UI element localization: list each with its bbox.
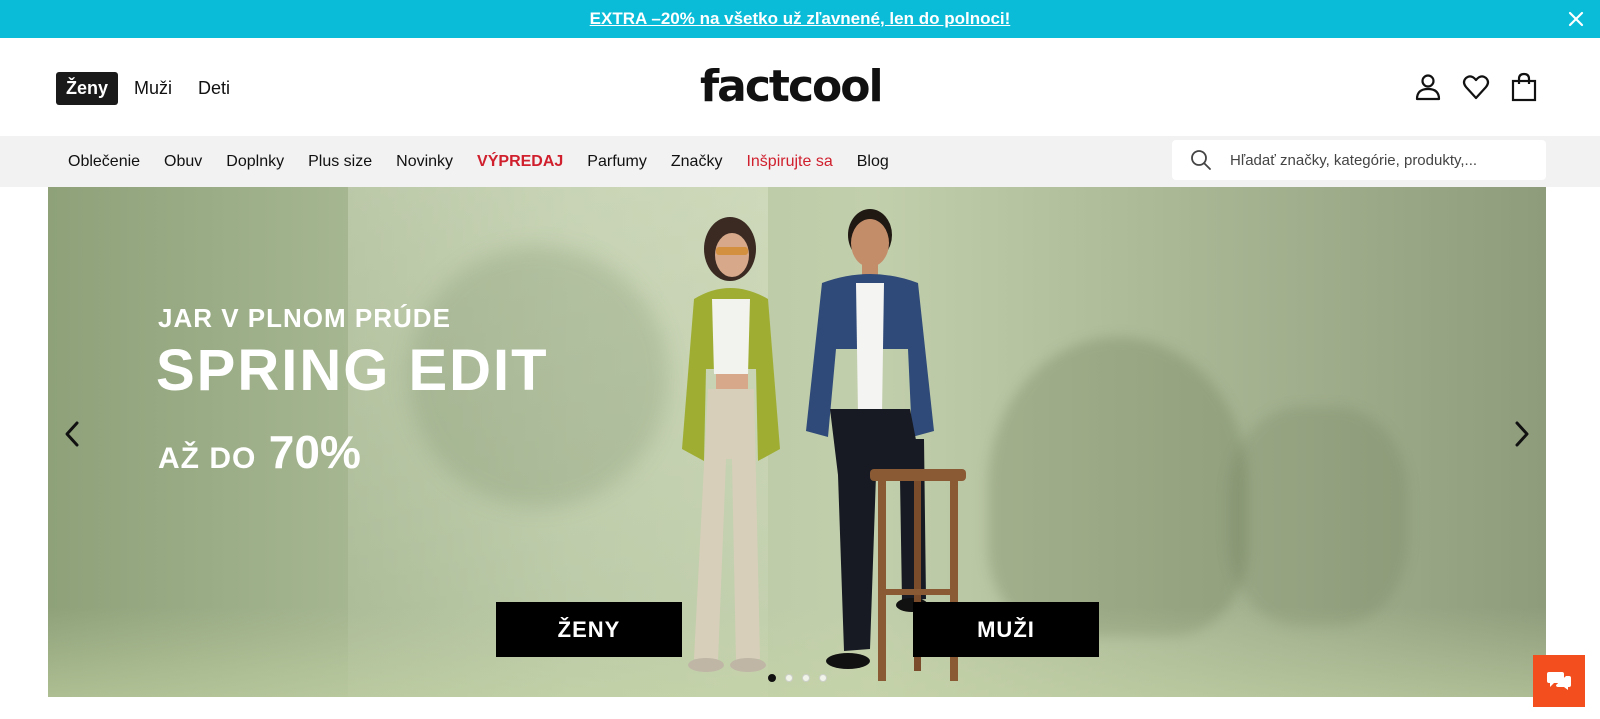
nav-item-perfumes[interactable]: Parfumy: [579, 153, 655, 171]
hero-person-shadow: [1228, 407, 1408, 627]
nav-item-shoes[interactable]: Obuv: [156, 153, 210, 171]
close-icon[interactable]: [1566, 9, 1586, 29]
chat-icon: [1547, 672, 1571, 690]
hero-person-shadow: [988, 337, 1248, 637]
carousel-dots: [768, 674, 827, 682]
chat-button[interactable]: [1533, 655, 1585, 707]
shop-women-button[interactable]: ŽENY: [496, 602, 682, 657]
bag-icon[interactable]: [1510, 72, 1538, 102]
nav-item-plus-size[interactable]: Plus size: [300, 153, 380, 171]
nav-item-sale[interactable]: VÝPREDAJ: [469, 153, 571, 171]
shop-men-button[interactable]: MUŽI: [913, 602, 1099, 657]
chevron-left-icon[interactable]: [60, 419, 84, 449]
carousel-dot[interactable]: [768, 674, 776, 682]
hero-subtitle: JAR V PLNOM PRÚDE: [158, 303, 451, 333]
promo-link[interactable]: EXTRA –20% na všetko už zľavnené, len do…: [590, 9, 1011, 29]
logo-text: factcool: [700, 61, 884, 112]
site-logo[interactable]: factcool: [700, 64, 900, 110]
hero-discount-prefix: AŽ DO: [158, 442, 257, 475]
nav-item-clothing[interactable]: Oblečenie: [60, 153, 148, 171]
search-input[interactable]: [1230, 151, 1530, 169]
nav-item-accessories[interactable]: Doplnky: [218, 153, 292, 171]
gender-tab-men[interactable]: Muži: [124, 72, 182, 105]
hero-discount: AŽ DO 70%: [158, 425, 361, 479]
hero-discount-value: 70%: [268, 426, 361, 478]
gender-tab-women[interactable]: Ženy: [56, 72, 119, 105]
hero-title: SPRING EDIT: [156, 338, 549, 403]
search-box: [1172, 140, 1546, 180]
site-header: Ženy Muži Deti factcool: [0, 38, 1600, 136]
carousel-dot[interactable]: [802, 674, 810, 682]
carousel-dot[interactable]: [785, 674, 793, 682]
chevron-right-icon[interactable]: [1510, 419, 1534, 449]
nav-menu: Oblečenie Obuv Doplnky Plus size Novinky…: [56, 136, 901, 187]
header-actions: [1414, 72, 1538, 102]
gender-switch: Ženy Muži Deti: [56, 72, 246, 105]
nav-item-inspiration[interactable]: Inšpirujte sa: [738, 153, 840, 171]
nav-item-brands[interactable]: Značky: [663, 153, 731, 171]
nav-item-blog[interactable]: Blog: [849, 153, 897, 171]
heart-icon[interactable]: [1462, 72, 1490, 102]
category-nav: Oblečenie Obuv Doplnky Plus size Novinky…: [0, 136, 1600, 187]
gender-tab-kids[interactable]: Deti: [188, 72, 240, 105]
search-icon[interactable]: [1190, 149, 1212, 171]
user-icon[interactable]: [1414, 72, 1442, 102]
nav-item-new[interactable]: Novinky: [388, 153, 461, 171]
promo-bar: EXTRA –20% na všetko už zľavnené, len do…: [0, 0, 1600, 38]
hero-banner[interactable]: JAR V PLNOM PRÚDE SPRING EDIT AŽ DO 70% …: [48, 187, 1546, 697]
carousel-dot[interactable]: [819, 674, 827, 682]
